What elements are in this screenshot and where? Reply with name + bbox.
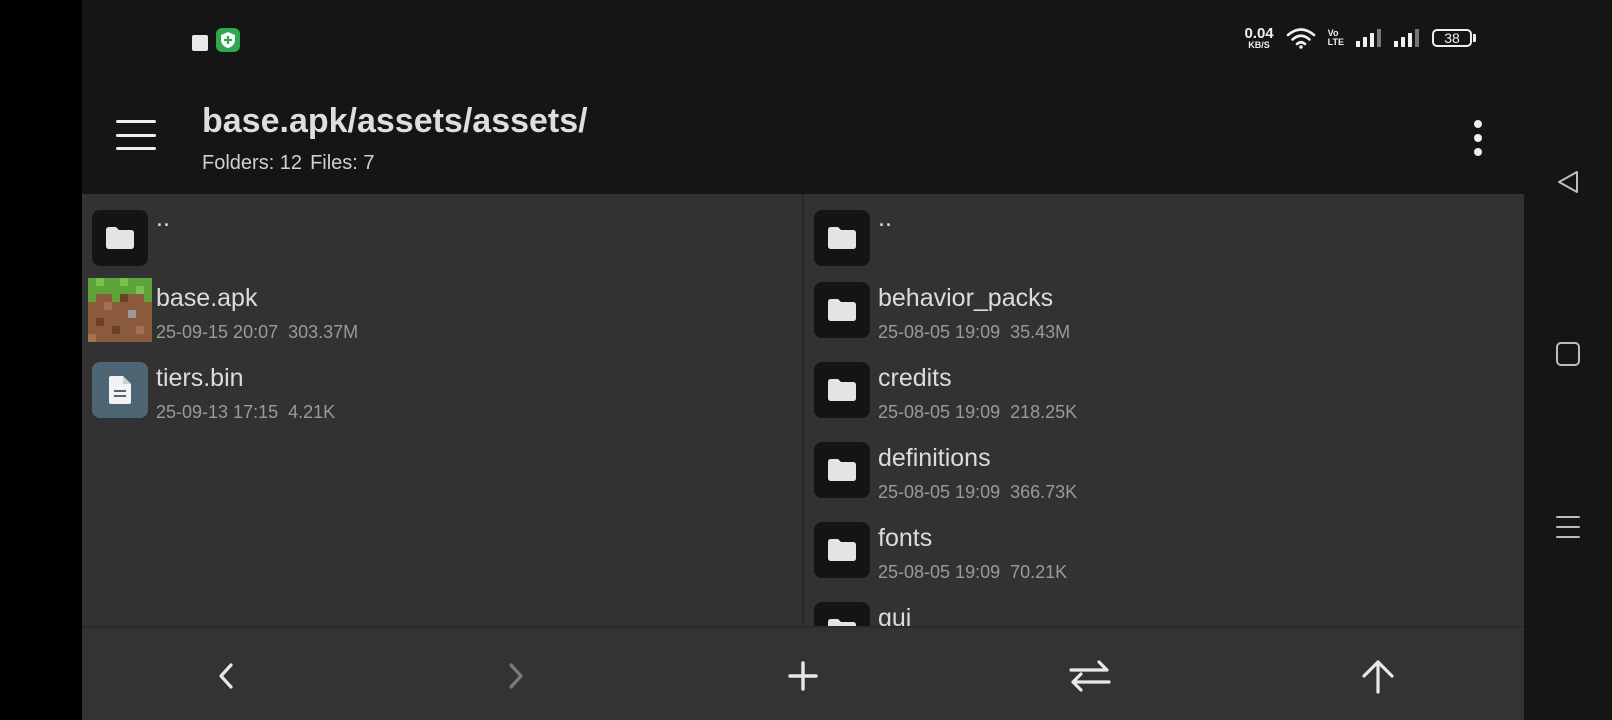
file-meta: 25-08-05 19:09 218.25K — [878, 402, 1077, 423]
file-name: base.apk — [156, 284, 258, 312]
folder-icon — [814, 282, 870, 338]
battery-level: 38 — [1432, 29, 1472, 47]
file-meta: 25-08-05 19:09 70.21K — [878, 562, 1067, 583]
network-speed-value: 0.04 — [1244, 25, 1274, 42]
file-name: definitions — [878, 444, 991, 472]
shield-icon — [216, 28, 240, 52]
swap-icon[interactable] — [1066, 652, 1114, 700]
status-icons: 0.04 KB/S Vo LTE 38 — [1244, 26, 1476, 50]
file-size: 303.37M — [288, 322, 359, 342]
parent-directory-row[interactable]: .. — [804, 204, 1524, 276]
back-arrow-icon[interactable] — [202, 652, 250, 700]
list-item[interactable]: behavior_packs 25-08-05 19:09 35.43M — [804, 278, 1524, 348]
folder-icon — [814, 442, 870, 498]
network-speed: 0.04 KB/S — [1244, 26, 1273, 50]
file-date: 25-09-15 20:07 — [156, 322, 279, 342]
volte-bottom-label: LTE — [1327, 37, 1344, 47]
file-date: 25-08-05 19:09 — [878, 562, 1001, 582]
battery-tip — [1473, 34, 1476, 42]
file-name: gui — [878, 604, 912, 626]
file-date: 25-08-05 19:09 — [878, 402, 1001, 422]
folder-icon — [814, 522, 870, 578]
file-name: .. — [878, 204, 892, 232]
folder-icon — [92, 210, 148, 266]
forward-arrow-icon[interactable] — [492, 652, 540, 700]
list-item[interactable]: tiers.bin 25-09-13 17:15 4.21K — [82, 358, 802, 428]
signal-icon-1 — [1356, 29, 1381, 47]
file-size: 4.21K — [288, 402, 336, 422]
right-pane: .. behavior_packs 25-08-05 19:09 35.43M c… — [804, 194, 1524, 626]
folder-file-count: Folders: 12 Files: 7 — [202, 152, 375, 175]
page-title: base.apk/assets/assets/ — [202, 102, 588, 140]
file-date: 25-09-13 17:15 — [156, 402, 279, 422]
wifi-icon — [1286, 28, 1315, 49]
file-meta: 25-08-05 19:09 366.73K — [878, 482, 1077, 503]
file-icon — [92, 362, 148, 418]
folder-icon — [814, 602, 870, 626]
file-meta: 25-09-15 20:07 303.37M — [156, 322, 358, 343]
folder-icon — [814, 210, 870, 266]
system-back-icon[interactable] — [1552, 166, 1584, 198]
add-icon[interactable] — [779, 652, 827, 700]
notification-icons — [192, 28, 240, 52]
file-date: 25-08-05 19:09 — [878, 482, 1001, 502]
list-item[interactable]: base.apk 25-09-15 20:07 303.37M — [82, 278, 802, 348]
list-item[interactable]: gui — [804, 598, 1524, 626]
file-name: .. — [156, 204, 170, 232]
file-name: fonts — [878, 524, 933, 552]
network-speed-unit: KB/S — [1248, 40, 1270, 50]
file-meta: 25-09-13 17:15 4.21K — [156, 402, 335, 423]
battery-icon: 38 — [1432, 29, 1476, 47]
hamburger-menu-icon[interactable] — [116, 120, 156, 150]
file-name: behavior_packs — [878, 284, 1054, 312]
volte-indicator: Vo LTE — [1327, 28, 1344, 48]
list-item[interactable]: fonts 25-08-05 19:09 70.21K — [804, 518, 1524, 588]
list-item[interactable]: definitions 25-08-05 19:09 366.73K — [804, 438, 1524, 508]
folders-count: Folders: 12 — [202, 152, 303, 174]
file-size: 366.73K — [1010, 482, 1078, 502]
file-date: 25-08-05 19:09 — [878, 322, 1001, 342]
files-count: Files: 7 — [310, 152, 375, 174]
file-size: 70.21K — [1010, 562, 1068, 582]
system-navigation-bar — [1524, 0, 1612, 720]
more-options-icon[interactable] — [1470, 120, 1486, 156]
system-recents-icon[interactable] — [1552, 511, 1584, 543]
left-pane: .. base.apk 25-09-15 20:07 303.37M tiers… — [82, 194, 802, 626]
file-name: credits — [878, 364, 952, 392]
file-size: 35.43M — [1010, 322, 1071, 342]
file-meta: 25-08-05 19:09 35.43M — [878, 322, 1070, 343]
signal-icon-2 — [1394, 29, 1419, 47]
up-arrow-icon[interactable] — [1354, 652, 1402, 700]
file-size: 218.25K — [1010, 402, 1078, 422]
toolbar: base.apk/assets/assets/ Folders: 12 Files… — [82, 84, 1524, 194]
minecraft-grass-block-icon — [88, 278, 152, 342]
list-item[interactable]: credits 25-08-05 19:09 218.25K — [804, 358, 1524, 428]
file-name: tiers.bin — [156, 364, 244, 392]
status-bar: 0.04 KB/S Vo LTE 38 — [82, 0, 1524, 84]
bottom-toolbar — [82, 626, 1524, 720]
file-manager-app: 0.04 KB/S Vo LTE 38 base.apk/assets/asse… — [82, 0, 1524, 720]
notification-square-icon — [192, 35, 208, 51]
folder-icon — [814, 362, 870, 418]
system-home-icon[interactable] — [1552, 338, 1584, 370]
parent-directory-row[interactable]: .. — [82, 204, 802, 276]
